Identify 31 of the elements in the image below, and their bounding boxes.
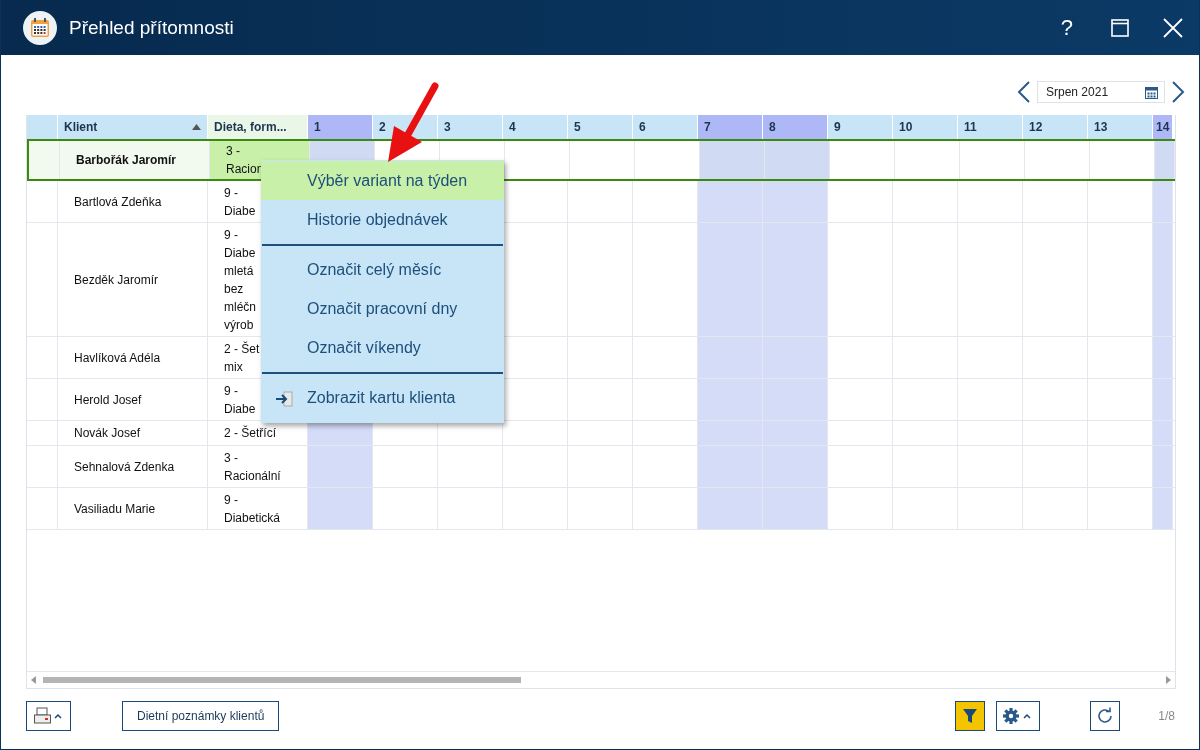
day-header[interactable]: 12 [1023, 115, 1088, 139]
day-header[interactable]: 1 [308, 115, 373, 139]
day-header[interactable]: 14 [1153, 115, 1173, 139]
client-cell: Novák Josef [58, 421, 208, 445]
client-cell: Sehnalová Zdenka [58, 446, 208, 487]
client-notes-button[interactable]: Dietní poznámky klientů [122, 701, 280, 731]
table-row[interactable]: Vasiliadu Marie 9 - Diabetická [27, 488, 1175, 530]
day-header[interactable]: 13 [1088, 115, 1153, 139]
page-counter: 1/8 [1158, 709, 1175, 723]
day-header[interactable]: 11 [958, 115, 1023, 139]
day-header[interactable]: 5 [568, 115, 633, 139]
month-field[interactable]: Srpen 2021 [1037, 81, 1165, 103]
client-cell: Havlíková Adéla [58, 337, 208, 378]
help-button[interactable]: ? [1056, 14, 1077, 41]
day-header[interactable]: 3 [438, 115, 503, 139]
window-title: Přehled přítomnosti [69, 16, 234, 39]
day-header[interactable]: 8 [763, 115, 828, 139]
menu-item[interactable]: Výběr variant na týden [261, 161, 504, 200]
client-cell: Barbořák Jaromír [60, 141, 210, 179]
day-header[interactable]: 4 [503, 115, 568, 139]
day-header[interactable]: 7 [698, 115, 763, 139]
column-header[interactable]: Dieta, form... [208, 115, 308, 139]
client-cell: Bartlová Zdeňka [58, 181, 208, 222]
day-header[interactable]: 10 [893, 115, 958, 139]
table-row[interactable]: Sehnalová Zdenka 3 - Racionální [27, 446, 1175, 488]
column-header[interactable]: Klient [58, 115, 208, 139]
day-header[interactable]: 6 [633, 115, 698, 139]
client-cell: Vasiliadu Marie [58, 488, 208, 529]
client-cell: Herold Josef [58, 379, 208, 420]
day-header[interactable]: 9 [828, 115, 893, 139]
client-cell: Bezděk Jaromír [58, 223, 208, 336]
